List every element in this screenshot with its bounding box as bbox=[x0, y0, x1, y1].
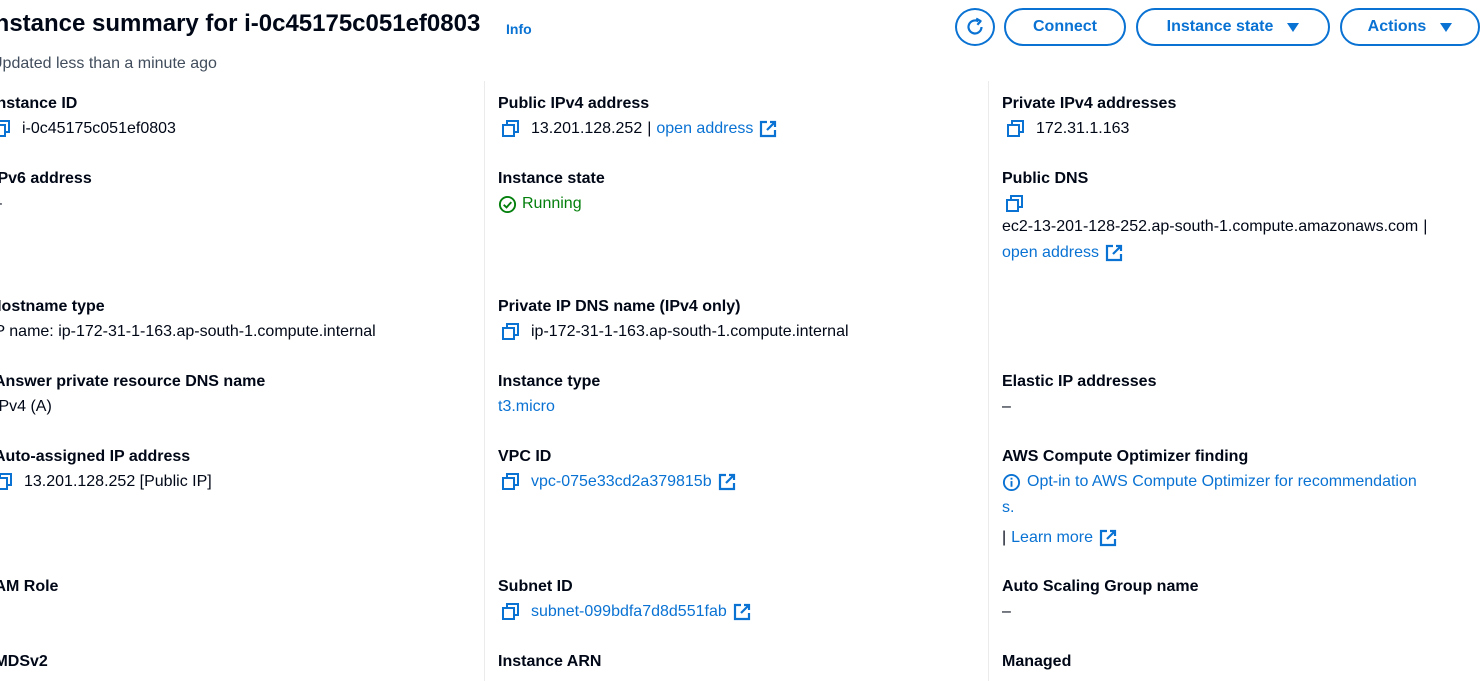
copy-icon[interactable] bbox=[1006, 119, 1026, 139]
field-label: Instance state bbox=[498, 170, 605, 187]
copy-icon[interactable] bbox=[0, 119, 12, 139]
field-instance-type: Instance type t3.micro bbox=[498, 372, 600, 417]
field-label: Instance ARN bbox=[498, 653, 602, 670]
field-hostname-type: Hostname type IP name: ip-172-31-1-163.a… bbox=[0, 297, 376, 342]
field-label: Public IPv4 address bbox=[498, 95, 650, 112]
ipv6-value: – bbox=[0, 194, 92, 214]
field-iam-role: IAM Role – bbox=[0, 577, 58, 622]
external-link-icon bbox=[733, 603, 750, 621]
field-instance-arn: Instance ARN bbox=[498, 652, 601, 672]
field-label: Auto-assigned IP address bbox=[0, 448, 191, 465]
field-label: Instance type bbox=[498, 373, 601, 390]
auto-assigned-ip-value: 13.201.128.252 [Public IP] bbox=[24, 473, 212, 490]
field-label: Auto Scaling Group name bbox=[1002, 578, 1199, 595]
subnet-id-link[interactable]: subnet-099bdfa7d8d551fab bbox=[531, 602, 727, 622]
open-address-link[interactable]: open address bbox=[1002, 243, 1099, 263]
instance-id-value: i-0c45175c051ef0803 bbox=[22, 120, 176, 137]
field-label: Private IP DNS name (IPv4 only) bbox=[498, 298, 741, 315]
separator: | bbox=[1002, 529, 1007, 546]
caret-down-icon bbox=[1440, 22, 1453, 32]
actions-dropdown[interactable]: Actions bbox=[1340, 8, 1480, 46]
field-label: Managed bbox=[1002, 653, 1072, 670]
field-vpc-id: VPC ID vpc-075e33cd2a379815b bbox=[498, 447, 736, 492]
field-label: Answer private resource DNS name bbox=[0, 373, 266, 390]
external-link-icon bbox=[1105, 244, 1123, 262]
copy-icon[interactable] bbox=[0, 472, 14, 492]
field-label: IAM Role bbox=[0, 578, 59, 595]
field-ipv6: IPv6 address – bbox=[0, 169, 92, 214]
field-label: Instance ID bbox=[0, 95, 78, 112]
optimizer-opt-in-link-continued[interactable]: s. bbox=[1002, 498, 1417, 518]
copy-icon[interactable] bbox=[501, 119, 521, 139]
field-managed: Managed bbox=[1002, 652, 1071, 672]
copy-icon[interactable] bbox=[1005, 194, 1025, 214]
learn-more-link[interactable]: Learn more bbox=[1011, 528, 1093, 548]
elastic-ip-value: – bbox=[1002, 398, 1011, 415]
field-instance-id: Instance ID i-0c45175c051ef0803 bbox=[0, 94, 176, 139]
instance-state-button-label: Instance state bbox=[1166, 18, 1274, 35]
info-icon bbox=[1002, 473, 1021, 491]
copy-icon[interactable] bbox=[501, 602, 521, 622]
separator: | bbox=[647, 120, 652, 137]
field-label: Hostname type bbox=[0, 298, 105, 315]
refresh-icon bbox=[967, 17, 983, 35]
last-updated-text: Updated less than a minute ago bbox=[0, 55, 217, 72]
public-ipv4-value: 13.201.128.252 bbox=[531, 120, 643, 137]
vpc-id-link[interactable]: vpc-075e33cd2a379815b bbox=[531, 472, 712, 492]
status-success-icon bbox=[498, 195, 517, 213]
caret-down-icon bbox=[1287, 22, 1300, 32]
page-title: Instance summary for i-0c45175c051ef0803 bbox=[0, 10, 481, 37]
field-label: VPC ID bbox=[498, 448, 552, 465]
field-elastic-ip: Elastic IP addresses – bbox=[1002, 372, 1156, 417]
field-label: Private IPv4 addresses bbox=[1002, 95, 1177, 112]
instance-state-value: Running bbox=[522, 195, 582, 212]
open-address-link[interactable]: open address bbox=[656, 119, 753, 139]
column-divider bbox=[484, 81, 485, 681]
field-label: AWS Compute Optimizer finding bbox=[1002, 448, 1249, 465]
field-compute-optimizer: AWS Compute Optimizer finding Opt-in to … bbox=[1002, 447, 1417, 548]
field-label: IMDSv2 bbox=[0, 653, 48, 670]
info-link[interactable]: Info bbox=[506, 21, 532, 37]
field-answer-dns: Answer private resource DNS name IPv4 (A… bbox=[0, 372, 265, 417]
field-public-dns: Public DNS ec2-13-201-128-252.ap-south-1… bbox=[1002, 169, 1432, 263]
actions-button-label: Actions bbox=[1367, 18, 1427, 35]
optimizer-opt-in-link[interactable]: Opt-in to AWS Compute Optimizer for reco… bbox=[1027, 472, 1417, 492]
connect-button[interactable]: Connect bbox=[1004, 8, 1126, 46]
field-label: Subnet ID bbox=[498, 578, 573, 595]
asg-value: – bbox=[1002, 603, 1011, 620]
copy-icon[interactable] bbox=[501, 472, 521, 492]
field-auto-assigned-ip: Auto-assigned IP address 13.201.128.252 … bbox=[0, 447, 212, 492]
field-subnet-id: Subnet ID subnet-099bdfa7d8d551fab bbox=[498, 577, 751, 622]
field-instance-state: Instance state Running bbox=[498, 169, 605, 214]
field-label: IPv6 address bbox=[0, 170, 92, 187]
field-public-ipv4: Public IPv4 address 13.201.128.252 | ope… bbox=[498, 94, 777, 139]
separator: | bbox=[1423, 218, 1428, 235]
iam-role-value: – bbox=[0, 602, 58, 622]
public-dns-value: ec2-13-201-128-252.ap-south-1.compute.am… bbox=[1002, 218, 1419, 235]
answer-dns-value: IPv4 (A) bbox=[0, 398, 52, 415]
instance-state-dropdown[interactable]: Instance state bbox=[1136, 8, 1330, 46]
field-label: Elastic IP addresses bbox=[1002, 373, 1157, 390]
field-auto-scaling-group: Auto Scaling Group name – bbox=[1002, 577, 1198, 622]
column-divider bbox=[988, 81, 989, 681]
hostname-type-value: IP name: ip-172-31-1-163.ap-south-1.comp… bbox=[0, 323, 376, 340]
copy-icon[interactable] bbox=[501, 322, 521, 342]
instance-type-link[interactable]: t3.micro bbox=[498, 397, 600, 417]
private-dns-value: ip-172-31-1-163.ap-south-1.compute.inter… bbox=[531, 323, 849, 340]
external-link-icon bbox=[1099, 529, 1117, 547]
field-private-dns: Private IP DNS name (IPv4 only) ip-172-3… bbox=[498, 297, 849, 342]
field-imdsv2: IMDSv2 bbox=[0, 652, 48, 672]
refresh-button[interactable] bbox=[955, 8, 995, 46]
external-link-icon bbox=[718, 473, 735, 491]
connect-button-label: Connect bbox=[1033, 18, 1097, 35]
field-label: Public DNS bbox=[1002, 170, 1089, 187]
field-private-ipv4: Private IPv4 addresses 172.31.1.163 bbox=[1002, 94, 1176, 139]
private-ipv4-value: 172.31.1.163 bbox=[1036, 120, 1130, 137]
external-link-icon bbox=[760, 120, 777, 138]
